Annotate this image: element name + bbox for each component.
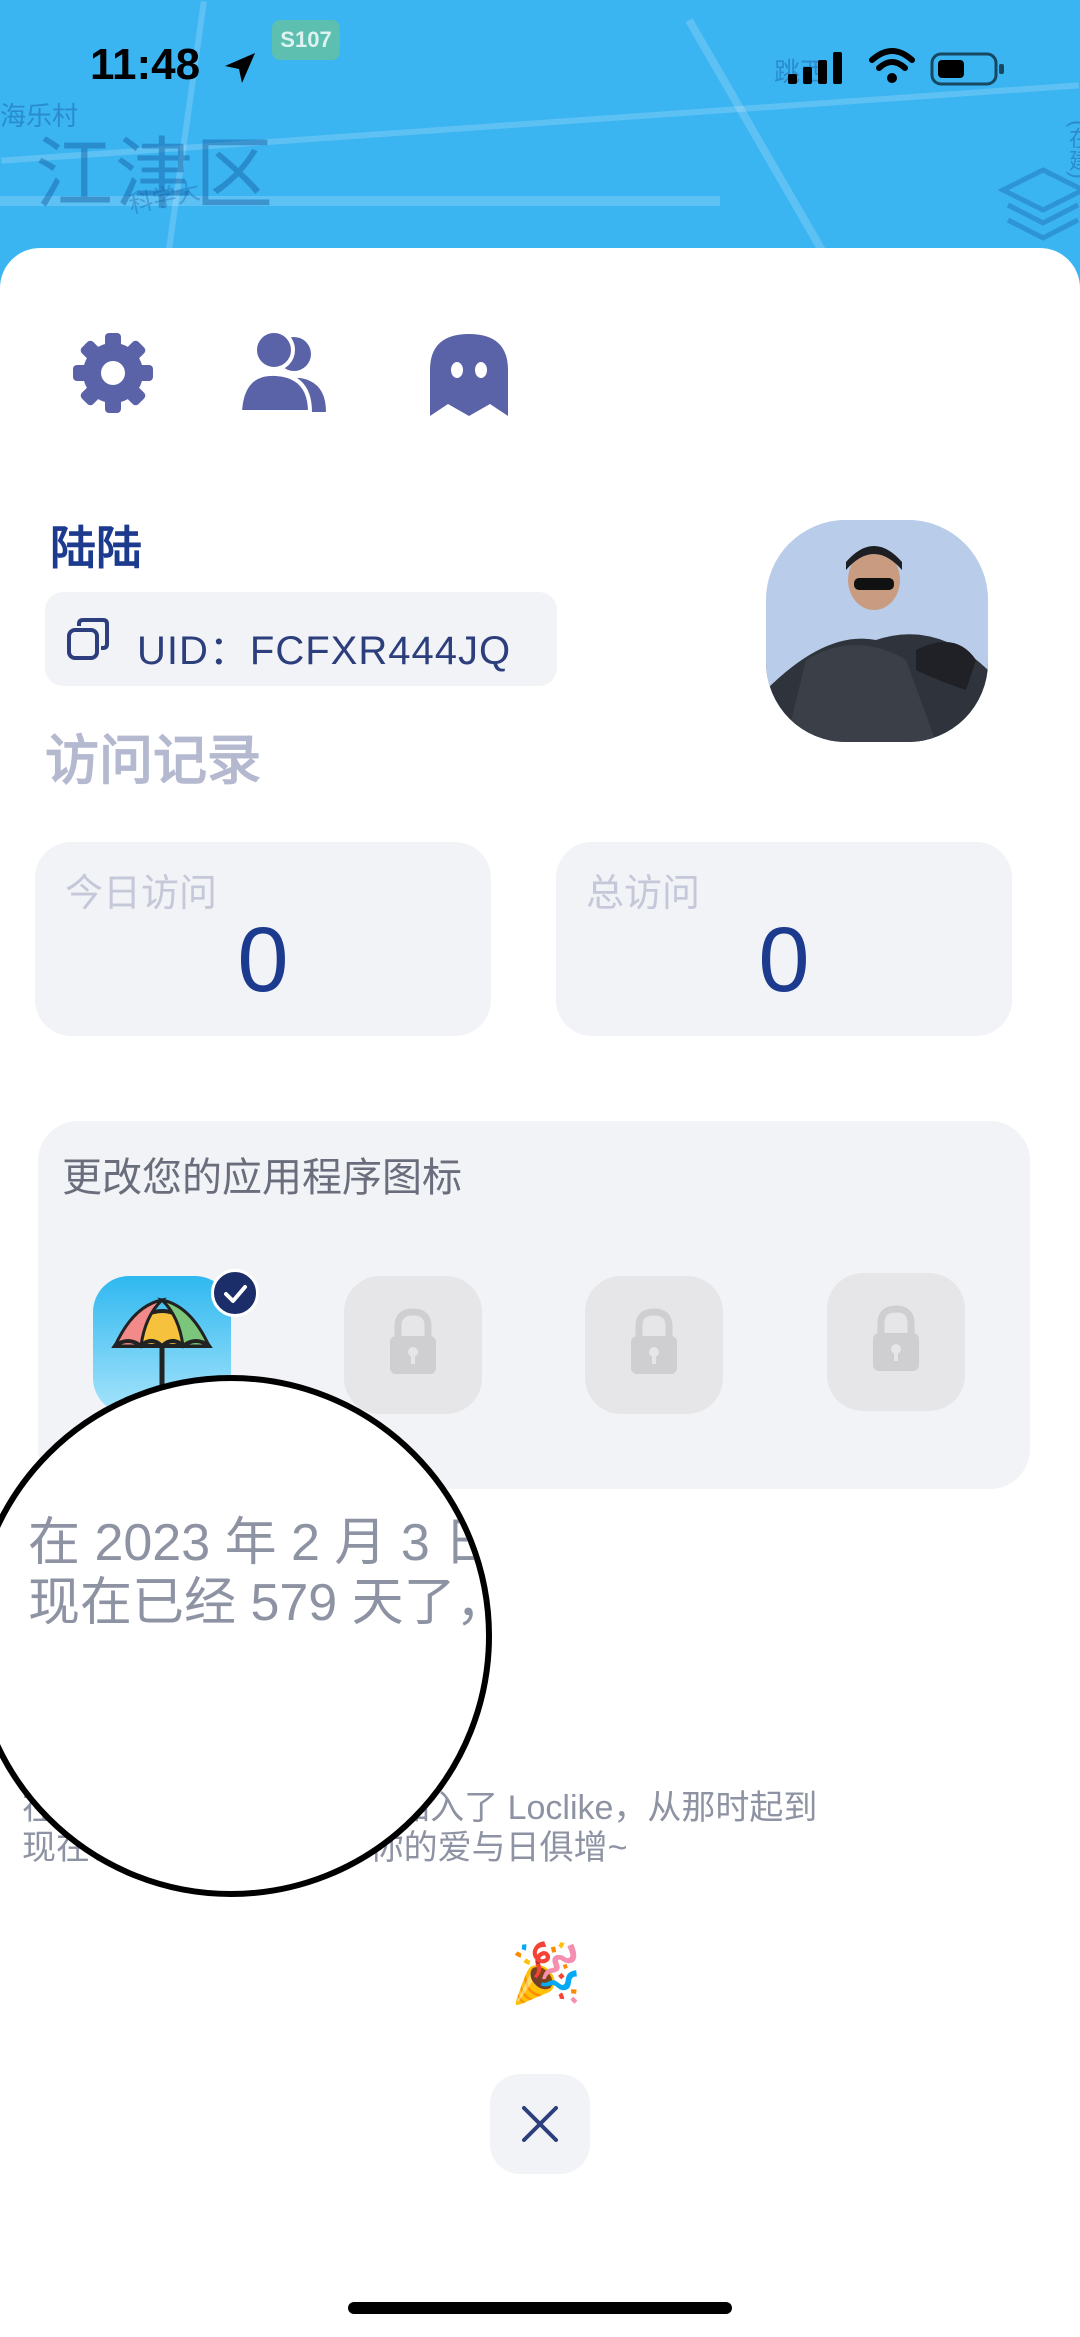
lock-icon <box>873 1305 919 1371</box>
magnifier-line-2: 现在已经 579 天了， <box>28 1574 492 1632</box>
magnifier-text: 在 2023 年 2 月 3 日 ， 现在已经 579 天了， <box>28 1513 492 1633</box>
battery-icon <box>930 52 1004 86</box>
party-popper-icon: 🎉 <box>510 1941 583 2006</box>
magnifier-line-1: 在 2023 年 2 月 3 日 ， <box>28 1514 492 1572</box>
wifi-icon <box>869 48 915 83</box>
profile-sheet: 陆陆 UID：FCFXR444JQ 访问记录 今日访问 0 总访问 0 更改您的… <box>0 248 1080 2337</box>
today-visits-card: 今日访问 0 <box>35 842 491 1036</box>
app-icon-option-locked-2[interactable] <box>585 1276 723 1414</box>
lock-icon <box>390 1308 436 1374</box>
total-visits-value: 0 <box>758 909 810 1011</box>
app-icon-option-locked-1[interactable] <box>344 1276 482 1414</box>
visits-section-title: 访问记录 <box>45 731 261 791</box>
copy-icon <box>67 618 109 660</box>
location-arrow-icon <box>225 53 255 83</box>
app-icon-option-locked-3[interactable] <box>827 1273 965 1411</box>
today-visits-value: 0 <box>237 909 289 1011</box>
gear-icon[interactable] <box>68 328 158 418</box>
total-visits-card: 总访问 0 <box>556 842 1012 1036</box>
selected-check-icon <box>211 1269 259 1317</box>
close-icon <box>522 2106 558 2142</box>
username: 陆陆 <box>50 522 142 574</box>
status-time: 11:48 <box>90 40 201 89</box>
avatar[interactable] <box>766 520 988 742</box>
uid-copy-button[interactable]: UID：FCFXR444JQ <box>45 592 557 686</box>
friends-icon[interactable] <box>238 328 328 418</box>
lock-icon <box>631 1308 677 1374</box>
uid-text: UID：FCFXR444JQ <box>137 629 512 673</box>
home-indicator[interactable] <box>348 2302 732 2314</box>
close-button[interactable] <box>490 2074 590 2174</box>
status-bar: 11:48 跳西 <box>0 0 1080 140</box>
cellular-signal-icon <box>788 52 842 84</box>
layers-icon[interactable] <box>998 160 1080 250</box>
app-icon-picker-title: 更改您的应用程序图标 <box>62 1156 462 1200</box>
ghost-icon[interactable] <box>424 328 514 418</box>
